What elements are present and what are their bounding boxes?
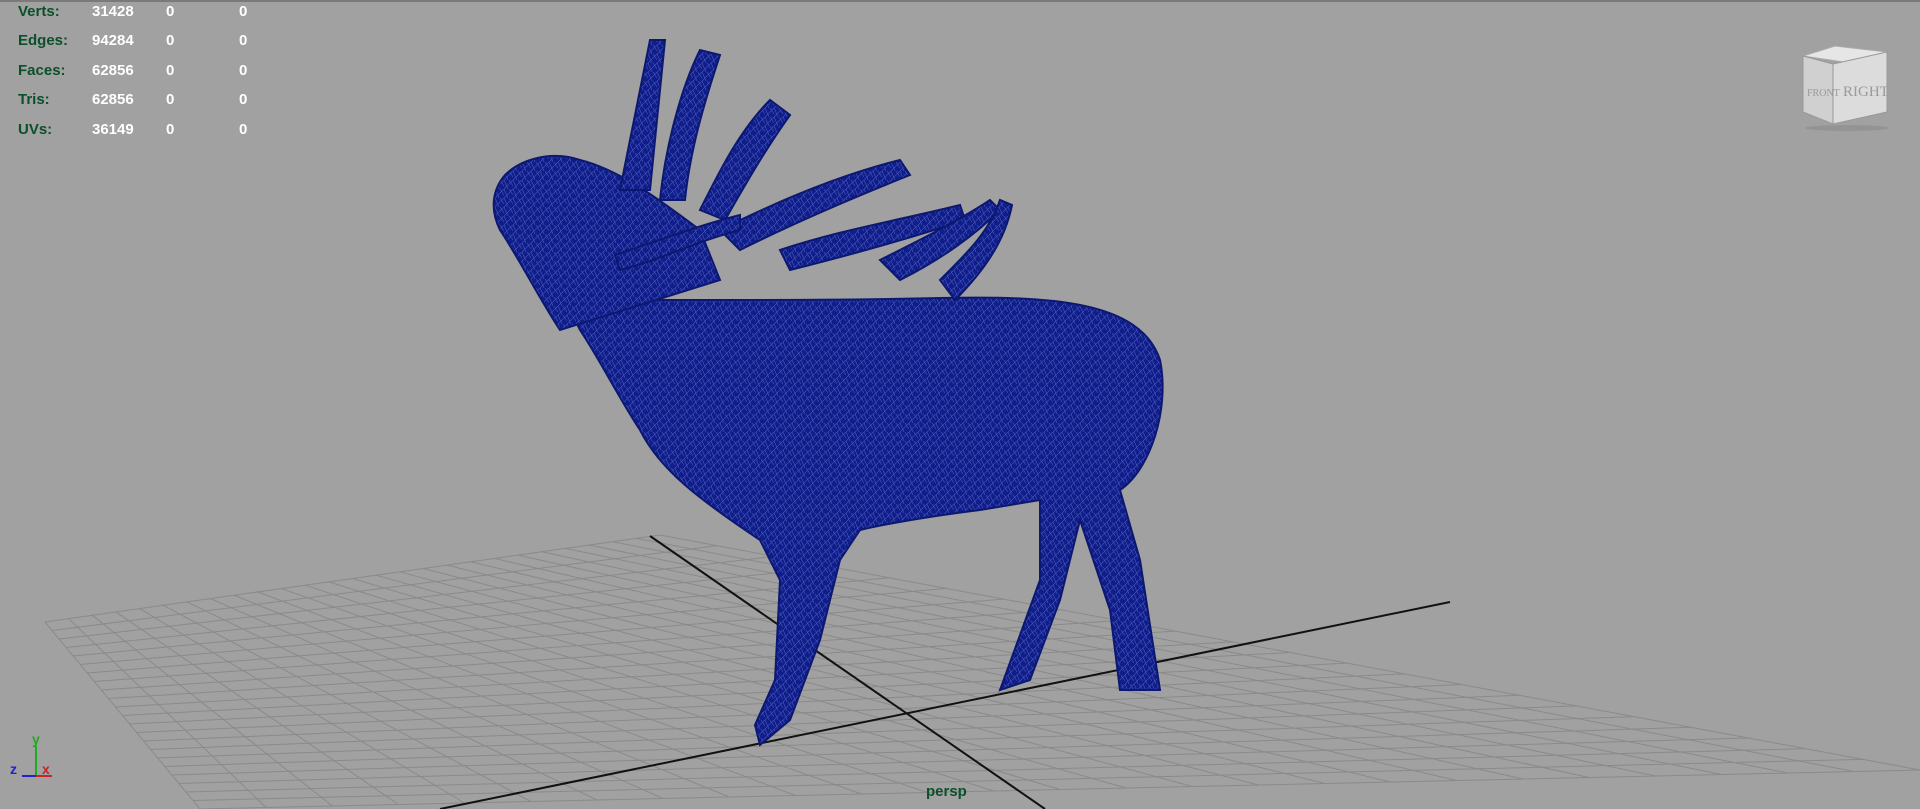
- grid-axes: [439, 535, 1451, 809]
- scene-canvas[interactable]: [0, 0, 1920, 809]
- view-cube[interactable]: FRONT RIGHT: [1795, 42, 1895, 132]
- hud-label: Tris:: [18, 91, 50, 109]
- elk-mesh: [492, 39, 1164, 747]
- hud-value-selected: 0: [166, 32, 175, 50]
- hud-label: Verts:: [18, 3, 60, 20]
- hud-value-total: 31428: [92, 3, 134, 20]
- hud-value-uv: 0: [239, 61, 248, 79]
- hud-value-total: 36149: [92, 120, 134, 138]
- camera-name-label: persp: [926, 783, 967, 800]
- axis-gizmo: y z x: [10, 731, 52, 777]
- perspective-viewport[interactable]: Verts: 31428 0 0 Edges: 94284 0 0 Faces: 62856 0 0 T…: [0, 0, 1920, 809]
- hud-label: UVs:: [18, 120, 53, 138]
- grid-line: [171, 726, 1691, 776]
- hud-value-total: 62856: [92, 91, 134, 109]
- grid-line: [185, 748, 1806, 793]
- grid-line: [157, 705, 1577, 759]
- grid-line: [87, 598, 1004, 674]
- hud-value-total: 62856: [92, 61, 134, 79]
- hud-value-uv: 0: [239, 32, 248, 50]
- axis-x-label: x: [42, 761, 50, 777]
- axis-z-label: z: [10, 761, 17, 777]
- hud-label: Faces:: [18, 61, 66, 79]
- viewcube-front-label: FRONT: [1807, 88, 1840, 99]
- hud-value-uv: 0: [239, 91, 248, 109]
- hud-value-selected: 0: [166, 3, 175, 20]
- axis-y-label: y: [32, 731, 40, 747]
- grid-line: [192, 758, 1863, 801]
- ground-grid: [44, 534, 1920, 809]
- hud-value-selected: 0: [166, 120, 175, 138]
- hud-value-selected: 0: [166, 91, 175, 109]
- hud-value-selected: 0: [166, 61, 175, 79]
- hud-label: Edges:: [18, 32, 69, 50]
- grid-line: [143, 684, 1462, 742]
- hud-value-uv: 0: [239, 3, 248, 20]
- hud-value-uv: 0: [239, 120, 248, 138]
- grid-line: [129, 662, 1348, 725]
- hud-value-total: 94284: [92, 32, 134, 50]
- viewcube-right-label: RIGHT: [1843, 84, 1889, 100]
